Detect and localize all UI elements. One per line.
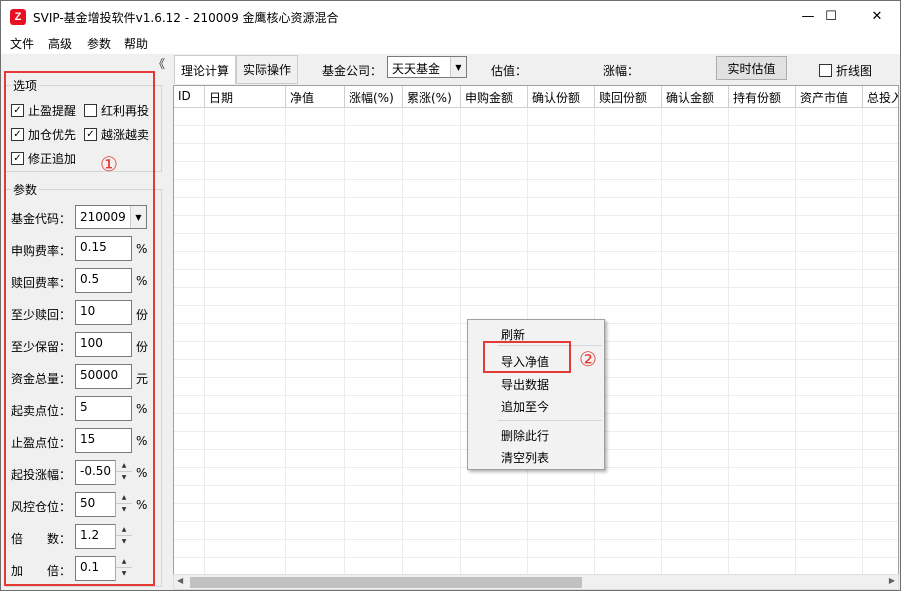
scroll-left-icon[interactable]: ◀: [177, 576, 183, 585]
column-header-id[interactable]: ID: [174, 86, 205, 108]
checkbox-box[interactable]: [819, 64, 832, 77]
company-label: 基金公司：: [322, 64, 383, 78]
column-header-purchase-amount[interactable]: 申购金额: [461, 86, 528, 108]
checkbox-label: 折线图: [836, 64, 873, 78]
column-header-change[interactable]: 涨幅(%): [345, 86, 403, 108]
grid-col: [729, 108, 796, 574]
column-header-cumulative[interactable]: 累涨(%): [403, 86, 461, 108]
company-select[interactable]: 天天基金 ▼: [387, 56, 467, 78]
grid-col: [662, 108, 729, 574]
collapse-panel-button[interactable]: 《: [153, 55, 165, 72]
change-label: 涨幅：: [603, 64, 640, 78]
realtime-estimate-button[interactable]: 实时估值: [716, 56, 787, 80]
window-title: SVIP-基金增投软件v1.6.12 - 210009 金鹰核心资源混合: [33, 11, 339, 25]
column-header-holding-shares[interactable]: 持有份额: [729, 86, 796, 108]
estimate-label: 估值：: [491, 64, 528, 78]
grid-col: [286, 108, 345, 574]
menu-item-delete-row[interactable]: 删除此行: [501, 427, 549, 444]
menu-separator: [498, 420, 602, 421]
menu-item-append-to-today[interactable]: 追加至今: [501, 398, 549, 415]
menu-params[interactable]: 参数: [87, 35, 111, 52]
menu-item-export-data[interactable]: 导出数据: [501, 376, 549, 393]
annotation-marker-2: ②: [579, 347, 597, 371]
app-logo-icon: Z: [10, 9, 26, 25]
menu-item-clear-list[interactable]: 清空列表: [501, 449, 549, 466]
grid-col: [863, 108, 898, 574]
grid-col: [595, 108, 662, 574]
annotation-box-1: [4, 71, 155, 586]
checkbox-line-chart[interactable]: 折线图: [819, 62, 872, 79]
annotation-box-2: [483, 341, 571, 373]
menu-file[interactable]: 文件: [10, 35, 34, 52]
chevron-down-icon[interactable]: ▼: [450, 57, 466, 77]
column-header-confirmed-amount[interactable]: 确认金额: [662, 86, 729, 108]
horizontal-scrollbar[interactable]: ◀ ▶: [173, 574, 899, 590]
grid-header: ID 日期 净值 涨幅(%) 累涨(%) 申购金额 确认份额 赎回份额 确认金额…: [174, 86, 898, 108]
column-header-nav[interactable]: 净值: [286, 86, 345, 108]
maximize-button[interactable]: ☐: [808, 1, 854, 32]
close-button[interactable]: ✕: [854, 1, 900, 32]
column-header-redeem-shares[interactable]: 赎回份额: [595, 86, 662, 108]
tab-actual-operation[interactable]: 实际操作: [236, 55, 299, 84]
grid-col: [796, 108, 863, 574]
column-header-confirmed-shares[interactable]: 确认份额: [528, 86, 595, 108]
tab-theory-calc[interactable]: 理论计算: [174, 55, 237, 84]
grid-col: [205, 108, 286, 574]
title-bar: Z SVIP-基金增投软件v1.6.12 - 210009 金鹰核心资源混合 —…: [1, 1, 900, 32]
company-value: 天天基金: [392, 62, 441, 76]
column-header-total-invest[interactable]: 总投入: [863, 86, 898, 108]
menu-help[interactable]: 帮助: [124, 35, 148, 52]
app-window: Z SVIP-基金增投软件v1.6.12 - 210009 金鹰核心资源混合 —…: [0, 0, 901, 591]
column-header-market-value[interactable]: 资产市值: [796, 86, 863, 108]
grid-col: [174, 108, 205, 574]
scroll-right-icon[interactable]: ▶: [889, 576, 895, 585]
column-header-date[interactable]: 日期: [205, 86, 286, 108]
menu-bar: 文件 高级 参数 帮助: [1, 32, 900, 54]
grid-col: [345, 108, 403, 574]
annotation-marker-1: ①: [100, 152, 118, 176]
menu-advanced[interactable]: 高级: [48, 35, 72, 52]
grid-col: [403, 108, 461, 574]
scrollbar-thumb[interactable]: [190, 577, 582, 588]
